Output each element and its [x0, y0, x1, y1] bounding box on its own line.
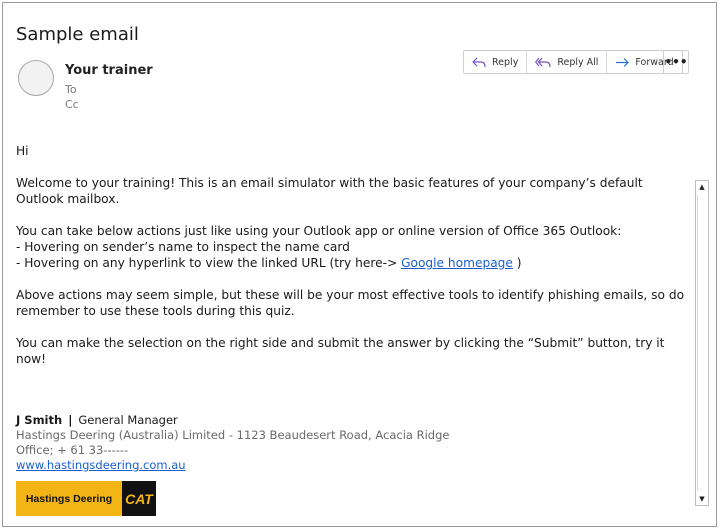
email-action-bar: Reply Reply All Forward [463, 50, 683, 74]
more-icon: ••• [664, 55, 688, 69]
reply-all-button[interactable]: Reply All [527, 51, 608, 73]
reply-all-label: Reply All [557, 56, 599, 68]
sender-avatar[interactable] [18, 60, 54, 96]
actions-item-hyperlink-prefix: - Hovering on any hyperlink to view the … [16, 256, 402, 270]
cc-label: Cc [65, 98, 79, 111]
body-paragraph-submit: You can make the selection on the right … [16, 336, 665, 366]
sender-name[interactable]: Your trainer [65, 63, 153, 78]
actions-item-sender: - Hovering on sender’s name to inspect t… [16, 240, 350, 254]
scroll-up-arrow-icon[interactable]: ▲ [696, 181, 708, 193]
signature-name: J Smith [16, 413, 63, 427]
to-label: To [65, 83, 77, 96]
actions-intro: You can take below actions just like usi… [16, 224, 622, 238]
signature: J Smith | General Manager Hastings Deering… [16, 413, 449, 473]
scroll-down-arrow-icon[interactable]: ▼ [696, 493, 708, 505]
email-body: Hi Welcome to your training! This is an … [16, 143, 686, 383]
reply-button[interactable]: Reply [464, 51, 528, 73]
company-logo: Hastings Deering CAT [16, 481, 156, 516]
reply-all-icon [535, 57, 551, 68]
body-paragraph-actions: You can take below actions just like usi… [16, 223, 686, 271]
vertical-scrollbar[interactable]: ▲ ▼ [695, 180, 709, 506]
signature-company: Hastings Deering (Australia) Limited - 1… [16, 428, 450, 442]
email-subject: Sample email [16, 24, 139, 45]
signature-title: General Manager [78, 413, 178, 427]
body-paragraph-phishing: Above actions may seem simple, but these… [16, 288, 685, 318]
logo-text: Hastings Deering [25, 492, 113, 505]
reply-label: Reply [492, 56, 519, 68]
forward-icon [615, 57, 630, 68]
signature-office: Office; + 61 33------ [16, 443, 129, 457]
google-homepage-link[interactable]: Google homepage [401, 256, 513, 270]
signature-separator: | [68, 413, 73, 427]
cat-logo-icon: CAT [122, 481, 156, 516]
actions-item-hyperlink-suffix: ) [512, 256, 522, 270]
body-paragraph-welcome: Welcome to your training! This is an ema… [16, 176, 643, 206]
reply-icon [472, 57, 486, 68]
scrollbar-track[interactable] [697, 195, 708, 491]
more-options-button[interactable]: ••• [663, 50, 689, 74]
signature-name-line: J Smith | General Manager [16, 413, 449, 428]
signature-website-link[interactable]: www.hastingsdeering.com.au [16, 458, 186, 472]
greeting: Hi [16, 144, 29, 158]
